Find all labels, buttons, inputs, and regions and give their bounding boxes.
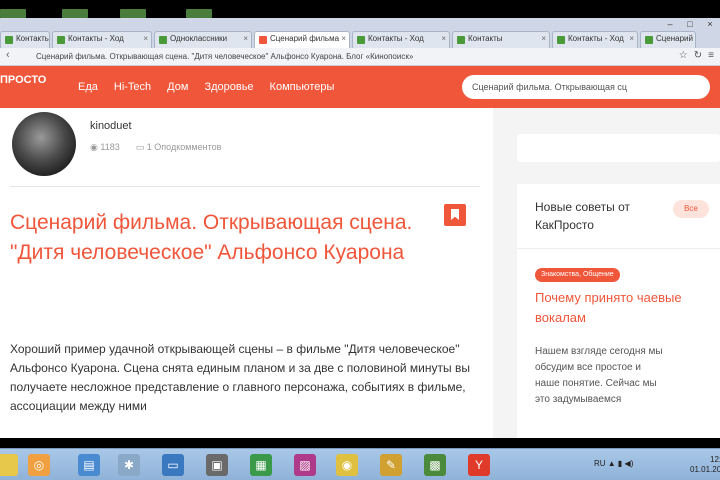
refresh-icon[interactable]: ↻ [694,50,702,61]
top-tile [120,9,146,18]
close-icon[interactable]: × [143,34,148,43]
divider [517,248,720,249]
menu-item-hitech[interactable]: Hi-Tech [114,81,151,93]
clock-date: 01.01.2016 [690,465,720,474]
camera-icon[interactable]: ▣ [206,454,228,476]
site-menu: Еда Hi-Tech Дом Здоровье Компьютеры [78,81,334,93]
close-icon[interactable]: × [541,34,546,43]
settings-icon[interactable]: ✱ [118,454,140,476]
tab-label: Контакты [16,34,50,43]
screen: Контакты Контакты - Ход × Одноклассники … [0,0,720,480]
monitor-icon[interactable]: ▭ [162,454,184,476]
browser-tab[interactable]: Контакты - Ход × [552,31,638,48]
game-icon[interactable]: ▩ [424,454,446,476]
sidebar-article-link[interactable]: Почему принято чаевые вокалам [535,288,715,328]
browser-tab[interactable]: Сценарий фильма [640,31,696,48]
menu-icon[interactable]: ≡ [708,50,714,61]
tab-label: Контакты - Ход [368,34,424,43]
address-bar: ‹ Сценарий фильма. Открывающая сцена. "Д… [0,48,720,66]
bookmark-icon[interactable] [444,204,466,226]
taskbar: ◎ ▤ ✱ ▭ ▣ ▦ ▨ ◉ ✎ ▩ Y RU ▲ ▮ ◀) 12:00 01… [0,448,720,480]
close-icon[interactable]: × [341,34,346,43]
close-icon[interactable]: × [629,34,634,43]
minimize-button[interactable]: – [660,18,680,30]
favicon-icon [159,36,167,44]
menu-item-computers[interactable]: Компьютеры [270,81,335,93]
favicon-icon [357,36,365,44]
divider [10,186,480,187]
site-logo[interactable]: ПРОСТО [0,74,46,86]
favicon-icon [57,36,65,44]
search-input[interactable]: Сценарий фильма. Открывающая сц [462,75,710,99]
opera-icon[interactable]: ◎ [28,454,50,476]
favicon-icon [557,36,565,44]
presentation-icon[interactable]: ▨ [294,454,316,476]
comments-count[interactable]: ▭ 1 Оподкомментов [136,142,222,153]
sidebar-card: Новые советы от КакПросто Все Знакомства… [517,184,720,438]
tab-label: Одноклассники [170,34,228,43]
browser-tabbar: Контакты Контакты - Ход × Одноклассники … [0,18,720,48]
close-window-button[interactable]: × [700,18,720,30]
site-header: ПРОСТО Еда Hi-Tech Дом Здоровье Компьюте… [0,66,720,108]
favicon-icon [457,36,465,44]
tab-label: Сценарий фильма [656,34,695,43]
close-icon[interactable]: × [243,34,248,43]
tab-label: Контакты - Ход [568,34,624,43]
browser-tab-active[interactable]: Сценарий фильма × [254,31,350,48]
sidebar-top-box [517,134,720,162]
system-tray[interactable]: RU ▲ ▮ ◀) [594,459,633,468]
author-name[interactable]: kinoduet [90,120,132,132]
article-main: kinoduet ◉ 1183 ▭ 1 Оподкомментов Сценар… [0,108,493,438]
article-body: Хороший пример удачной открывающей сцены… [10,342,470,413]
spreadsheet-icon[interactable]: ▦ [250,454,272,476]
avatar[interactable] [12,112,76,176]
screen-bottom-strip [0,438,720,448]
start-button[interactable] [0,454,18,476]
address-bar-icons: ☆ ↻ ≡ [679,50,714,61]
browser-tab[interactable]: Одноклассники × [154,31,252,48]
sidebar-card-title: Новые советы от КакПросто [535,200,631,232]
category-tag[interactable]: Знакомства, Общение [535,268,620,282]
menu-item-home[interactable]: Дом [167,81,188,93]
tab-label: Контакты - Ход [68,34,124,43]
top-tile [62,9,88,18]
clock-time: 12:00 [710,455,720,464]
clock[interactable]: 12:00 01.01.2016 [690,455,720,475]
tab-label: Контакты [468,34,503,43]
top-tile [0,9,26,18]
article-meta: ◉ 1183 ▭ 1 Оподкомментов [90,142,221,153]
favicon-icon [259,36,267,44]
menu-item-food[interactable]: Еда [78,81,98,93]
tab-label: Сценарий фильма [270,34,340,43]
page-title: Сценарий фильма. Открывающая сцена. "Дит… [10,211,413,264]
yandex-icon[interactable]: Y [468,454,490,476]
favicon-icon [5,36,13,44]
comment-icon: ▭ [135,142,145,152]
favicon-icon [645,36,653,44]
sidebar-card-badge[interactable]: Все [673,200,709,218]
back-arrow-icon[interactable]: ‹ [6,49,10,61]
browser-tab[interactable]: Контакты - Ход × [52,31,152,48]
window-controls: – □ × [660,18,720,32]
browser-tab[interactable]: Контакты - Ход × [352,31,450,48]
page-content: kinoduet ◉ 1183 ▭ 1 Оподкомментов Сценар… [0,108,720,438]
top-tile [186,9,212,18]
sidebar: Новые советы от КакПросто Все Знакомства… [493,108,720,438]
eye-icon: ◉ [90,142,98,152]
paint-icon[interactable]: ✎ [380,454,402,476]
browser-tab[interactable]: Контакты [0,31,50,48]
sidebar-excerpt: Нашем взгляде сегодня мы обсудим все про… [535,346,663,405]
chrome-icon[interactable]: ◉ [336,454,358,476]
url-field[interactable]: Сценарий фильма. Открывающая сцена. "Дит… [36,51,636,63]
browser-tab[interactable]: Контакты × [452,31,550,48]
menu-item-health[interactable]: Здоровье [204,81,253,93]
maximize-button[interactable]: □ [680,18,700,30]
close-icon[interactable]: × [441,34,446,43]
bookmark-star-icon[interactable]: ☆ [679,50,688,61]
top-strip [0,0,720,18]
explorer-icon[interactable]: ▤ [78,454,100,476]
views-count: ◉ 1183 [90,142,120,152]
